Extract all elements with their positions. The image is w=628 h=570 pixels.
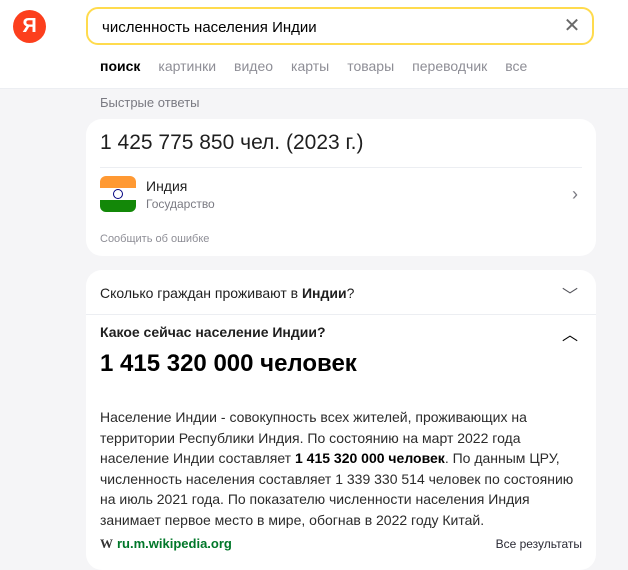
india-flag-icon [100,176,136,212]
entity-name: Индия [146,178,188,194]
faq-question-2[interactable]: Какое сейчас население Индии? ︿ [86,315,596,345]
report-error-link[interactable]: Сообщить об ошибке [100,233,209,245]
chevron-right-icon: › [572,184,578,204]
tab-products[interactable]: товары [347,58,394,74]
source-link[interactable]: Wru.m.wikipedia.org [100,536,232,552]
tab-maps[interactable]: карты [291,58,329,74]
entity-india[interactable]: Индия Государство › [100,176,582,212]
quick-answers-label: Быстрые ответы [100,95,200,110]
header: Я ✕ поиск картинки видео карты товары пе… [0,0,628,89]
all-results-link[interactable]: Все результаты [496,537,582,551]
wikipedia-icon: W [100,536,113,551]
source-domain: ru.m.wikipedia.org [117,536,232,551]
faq-question-2-text: Какое сейчас население Индии? [100,324,326,340]
tab-translator[interactable]: переводчик [412,58,487,74]
answer-paragraph: Население Индии - совокупность всех жите… [100,409,574,528]
faq-question-1-text: Сколько граждан проживают в Индии? [100,285,355,301]
search-input[interactable] [102,17,542,37]
entity-type: Государство [146,197,215,211]
tab-video[interactable]: видео [234,58,273,74]
search-tabs: поиск картинки видео карты товары перево… [100,58,527,74]
tab-images[interactable]: картинки [158,58,216,74]
fact-card: 1 425 775 850 чел. (2023 г.) Индия Госуд… [86,119,596,256]
search-box: ✕ [86,7,594,45]
divider [100,167,582,168]
chevron-up-icon: ︿ [561,327,578,344]
tab-all[interactable]: все [505,58,527,74]
faq-question-1[interactable]: Сколько граждан проживают в Индии? ﹀ [86,270,596,314]
faq-card: Сколько граждан проживают в Индии? ﹀ Как… [86,270,596,570]
population-fact: 1 425 775 850 чел. (2023 г.) [100,131,364,154]
clear-icon[interactable]: ✕ [562,16,582,36]
tab-search[interactable]: поиск [100,58,140,74]
chevron-down-icon: ﹀ [561,288,578,305]
yandex-logo[interactable]: Я [13,10,46,43]
answer-headline: 1 415 320 000 человек [100,350,357,377]
